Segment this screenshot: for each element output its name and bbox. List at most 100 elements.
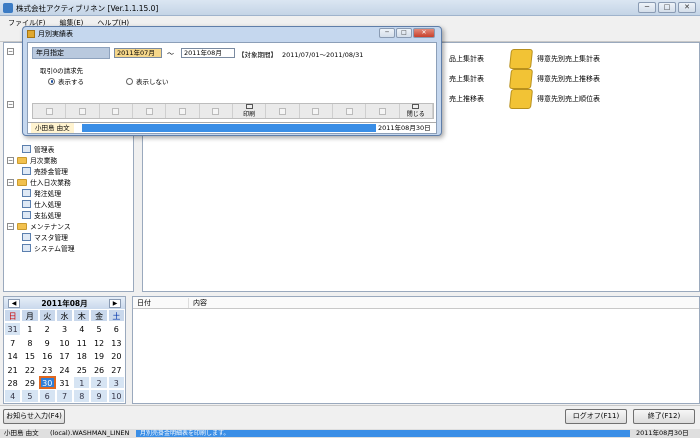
calendar-day[interactable]: 21 (4, 362, 22, 376)
calendar-day[interactable]: 4 (73, 322, 91, 336)
fkey-10[interactable] (333, 104, 367, 118)
minimize-button[interactable]: ─ (638, 2, 656, 13)
dialog-restore-button[interactable]: □ (396, 28, 412, 38)
report-link-4[interactable]: 得意先別売上集計表 (537, 54, 600, 64)
calendar-day[interactable]: 7 (55, 389, 74, 403)
calendar-day[interactable]: 1 (73, 375, 91, 390)
exit-button[interactable]: 終了(F12) (633, 409, 695, 424)
close-button[interactable]: ✕ (678, 2, 696, 13)
calendar-day[interactable]: 12 (90, 335, 108, 350)
fkey-11[interactable] (366, 104, 400, 118)
calendar-day[interactable]: 24 (55, 362, 74, 376)
radio-hide-indicator[interactable] (126, 77, 133, 85)
weekday-mon: 月 (21, 309, 39, 323)
logout-button[interactable]: ログオフ(F11) (565, 409, 627, 424)
calendar-day[interactable]: 15 (21, 349, 39, 363)
calendar-day[interactable]: 8 (21, 335, 39, 350)
calendar-day-selected[interactable]: 30 (38, 375, 56, 390)
calendar-day[interactable]: 13 (107, 335, 125, 350)
dialog-icon (27, 30, 35, 38)
tree-item-system[interactable]: システム管理 (22, 243, 75, 253)
calendar-day[interactable]: 26 (90, 362, 108, 376)
print-button[interactable]: 印刷 (233, 104, 267, 118)
calendar-day[interactable]: 1 (21, 322, 39, 336)
calendar-day[interactable]: 2 (38, 322, 56, 336)
calendar-day[interactable]: 10 (107, 389, 125, 403)
calendar-day[interactable]: 9 (90, 389, 108, 403)
fkey-1[interactable] (33, 104, 67, 118)
report-link-6[interactable]: 得意先別売上順位表 (537, 94, 600, 104)
calendar-day[interactable]: 9 (38, 335, 56, 350)
calendar-day[interactable]: 8 (73, 389, 91, 403)
report-link-3[interactable]: 売上推移表 (449, 94, 484, 104)
calendar-day[interactable]: 20 (107, 349, 125, 363)
radio-show-indicator[interactable] (48, 77, 55, 85)
dialog-title-bar[interactable]: 月別実績表 ─ □ ✕ (23, 27, 441, 41)
tree-item-payment[interactable]: 支払処理 (22, 210, 61, 220)
fkey-9[interactable] (300, 104, 333, 118)
tree-item-receivables[interactable]: 売掛金管理 (22, 166, 68, 176)
tree-item-master[interactable]: マスタ管理 (22, 232, 68, 242)
calendar-day[interactable]: 16 (38, 349, 56, 363)
calendar-day[interactable]: 28 (4, 375, 22, 390)
calendar-day[interactable]: 31 (55, 375, 74, 390)
status-server: (local).WASHMAN_LINEN (50, 429, 130, 437)
radio-show[interactable]: 表示する (48, 76, 84, 86)
calendar-day[interactable]: 2 (90, 375, 108, 390)
calendar-day[interactable]: 29 (21, 375, 39, 390)
calendar-day[interactable]: 18 (73, 349, 91, 363)
fkey-4[interactable] (133, 104, 167, 118)
tree-item-kanrihyo[interactable]: 管理表 (22, 144, 54, 154)
calendar-day[interactable]: 17 (55, 349, 74, 363)
tree-root-expander[interactable]: − (7, 48, 14, 55)
calendar-day[interactable]: 25 (73, 362, 91, 376)
scroll-icon[interactable] (508, 89, 534, 109)
calendar-day[interactable]: 23 (38, 362, 56, 376)
column-content[interactable]: 内容 (189, 298, 207, 308)
column-date[interactable]: 日付 (133, 297, 189, 308)
fkey-2[interactable] (66, 104, 100, 118)
period-from-input[interactable]: 2011年07月 (114, 48, 162, 58)
tree-item-order[interactable]: 発注処理 (22, 188, 61, 198)
report-link-1[interactable]: 品上集計表 (449, 54, 484, 64)
fkey-6[interactable] (200, 104, 233, 118)
tree-folder-maintenance[interactable]: − メンテナンス (7, 221, 71, 231)
period-to-input[interactable]: 2011年08月 (181, 48, 235, 58)
calendar-next-button[interactable]: ▶ (109, 298, 121, 308)
notice-list[interactable]: 日付 内容 (132, 296, 700, 404)
dialog-close-fkey[interactable]: 閉じる (400, 104, 433, 118)
dialog-close-button[interactable]: ✕ (413, 28, 435, 38)
dialog-minimize-button[interactable]: ─ (379, 28, 395, 38)
calendar-day[interactable]: 7 (4, 335, 22, 350)
fkey-5[interactable] (166, 104, 200, 118)
calendar-day[interactable]: 6 (38, 389, 56, 403)
calendar-day[interactable]: 27 (107, 362, 125, 376)
scroll-icon[interactable] (508, 49, 534, 69)
tree-node-expander[interactable]: − (7, 101, 14, 108)
calendar-day[interactable]: 22 (21, 362, 39, 376)
calendar-day[interactable]: 5 (90, 322, 108, 336)
fkey-3[interactable] (100, 104, 133, 118)
report-link-5[interactable]: 得意先別売上推移表 (537, 74, 600, 84)
radio-hide[interactable]: 表示しない (126, 76, 169, 86)
calendar-day[interactable]: 19 (90, 349, 108, 363)
calendar-header: ◀ 2011年08月 ▶ (4, 297, 125, 309)
calendar-prev-button[interactable]: ◀ (8, 298, 20, 308)
tree-item-purchase[interactable]: 仕入処理 (22, 199, 61, 209)
calendar-day[interactable]: 3 (55, 322, 74, 336)
restore-button[interactable]: □ (658, 2, 676, 13)
calendar-day[interactable]: 3 (107, 375, 125, 390)
report-link-2[interactable]: 売上集計表 (449, 74, 484, 84)
tree-folder-purchase[interactable]: − 仕入日次業務 (7, 177, 71, 187)
notice-input-button[interactable]: お知らせ入力(F4) (3, 409, 65, 424)
fkey-8[interactable] (266, 104, 300, 118)
calendar-day[interactable]: 10 (55, 335, 74, 350)
calendar-day[interactable]: 6 (107, 322, 125, 336)
calendar-day[interactable]: 11 (73, 335, 91, 350)
tree-folder-monthly[interactable]: − 月次業務 (7, 155, 57, 165)
calendar-day[interactable]: 4 (4, 389, 22, 403)
scroll-icon[interactable] (508, 69, 534, 89)
calendar-day[interactable]: 31 (4, 322, 22, 336)
calendar-day[interactable]: 14 (4, 349, 22, 363)
calendar-day[interactable]: 5 (21, 389, 39, 403)
